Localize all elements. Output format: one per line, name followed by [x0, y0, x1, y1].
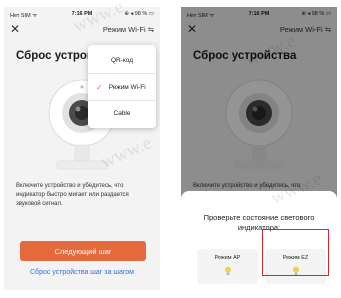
mode-ap-option[interactable]: Режим AP	[197, 249, 258, 284]
bulb-icon	[224, 266, 231, 276]
battery-indicator: ⊕ ◂ 98 % ▭	[124, 11, 154, 17]
close-icon[interactable]: ✕	[10, 23, 20, 35]
checkmark-icon: ✓	[96, 82, 103, 92]
mode-switch-button[interactable]: Режим Wi-Fi ⇋	[103, 25, 154, 34]
menu-item-qr[interactable]: QR-код	[88, 47, 156, 73]
menu-item-label: QR-код	[110, 56, 134, 64]
instruction-text: Включите устройство и убедитесь, что инд…	[16, 183, 129, 207]
ez-mode-highlight-frame	[262, 229, 329, 276]
mode-dropdown-menu: QR-код ✓ Режим Wi-Fi Cable	[88, 45, 156, 128]
menu-item-label: Режим Wi-Fi	[108, 83, 146, 91]
menu-item-label: Cable	[113, 109, 131, 117]
reset-step-by-step-link[interactable]: Сброс устройства шаг за шагом	[4, 269, 160, 276]
mode-ap-label: Режим AP	[214, 255, 241, 261]
menu-item-cable[interactable]: Cable	[88, 100, 156, 126]
next-step-button[interactable]: Следующий шаг	[20, 241, 146, 261]
menu-item-wifi[interactable]: ✓ Режим Wi-Fi	[88, 74, 156, 100]
